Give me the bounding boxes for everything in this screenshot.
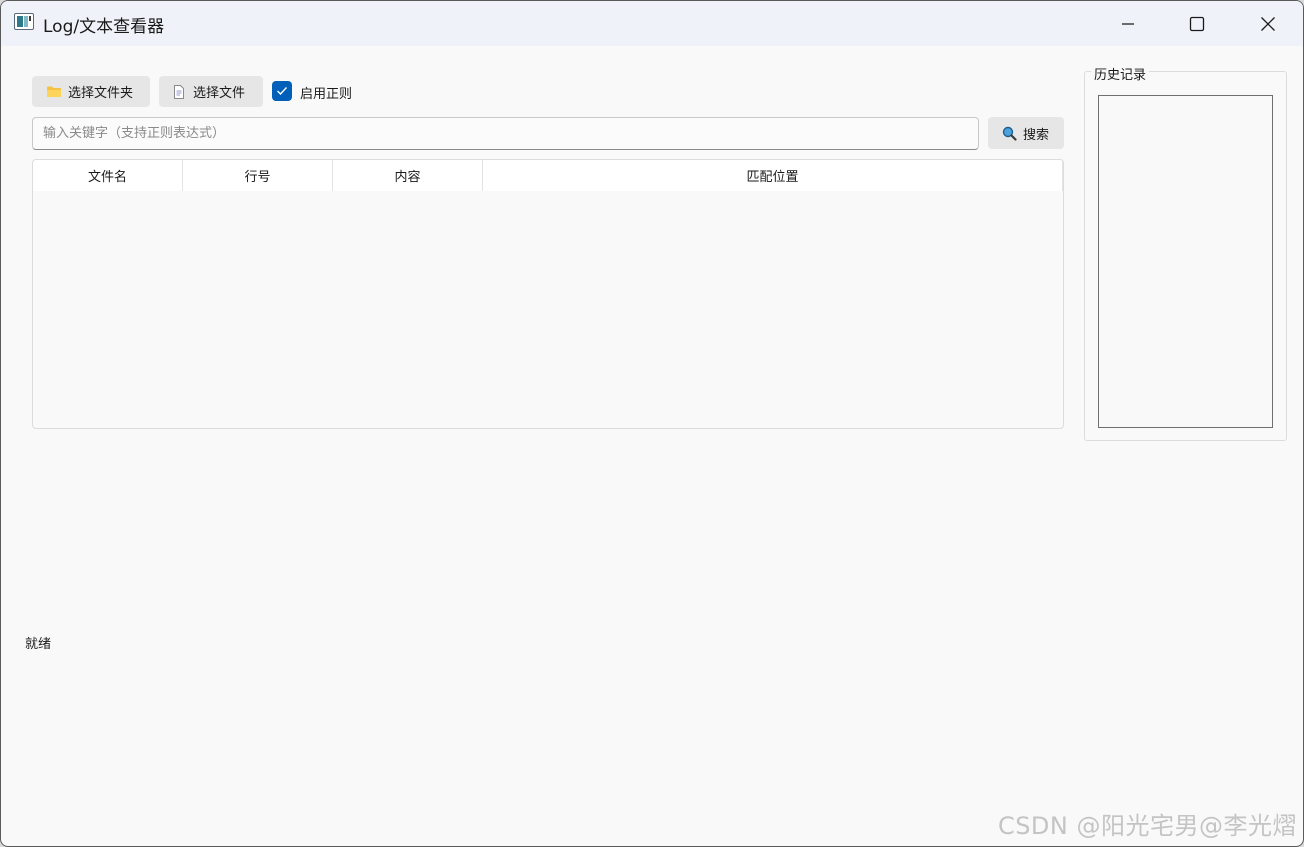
watermark: CSDN @阳光宅男@李光熠 xyxy=(997,812,1297,840)
history-title: 历史记录 xyxy=(1091,64,1150,83)
close-icon xyxy=(1261,16,1275,31)
minimize-button[interactable] xyxy=(1093,1,1163,46)
regex-checkbox-label[interactable]: 启用正则 xyxy=(300,83,352,102)
file-icon xyxy=(174,84,184,99)
maximize-button[interactable] xyxy=(1162,1,1232,46)
regex-checkbox[interactable] xyxy=(272,81,292,101)
search-button[interactable]: 搜索 xyxy=(988,117,1064,149)
window-title: Log/文本查看器 xyxy=(43,17,165,37)
select-folder-button[interactable]: 选择文件夹 xyxy=(32,76,150,107)
results-table[interactable]: 文件名 行号 内容 匹配位置 xyxy=(32,159,1064,429)
column-header-filename[interactable]: 文件名 xyxy=(33,160,183,191)
close-button[interactable] xyxy=(1233,1,1303,46)
column-header-match-position[interactable]: 匹配位置 xyxy=(483,160,1063,191)
column-header-content[interactable]: 内容 xyxy=(333,160,483,191)
search-input[interactable] xyxy=(32,117,979,150)
history-list[interactable] xyxy=(1098,95,1273,428)
select-file-button[interactable]: 选择文件 xyxy=(159,76,263,107)
check-icon xyxy=(277,87,288,96)
select-folder-label: 选择文件夹 xyxy=(68,86,134,101)
status-text: 就绪 xyxy=(25,637,52,652)
column-header-line-number[interactable]: 行号 xyxy=(183,160,333,191)
app-window: Log/文本查看器 选择文件夹 选择文件 启用正则 输入关键字（支持正则表达式）… xyxy=(0,0,1304,847)
table-header: 文件名 行号 内容 匹配位置 xyxy=(33,160,1063,191)
folder-icon xyxy=(47,86,61,97)
app-icon xyxy=(14,13,34,30)
select-file-label: 选择文件 xyxy=(193,86,246,101)
title-bar[interactable]: Log/文本查看器 xyxy=(1,1,1303,46)
search-button-label: 搜索 xyxy=(1023,127,1050,143)
maximize-icon xyxy=(1189,16,1205,31)
magnifier-icon xyxy=(1002,126,1017,141)
minimize-icon xyxy=(1122,22,1134,25)
